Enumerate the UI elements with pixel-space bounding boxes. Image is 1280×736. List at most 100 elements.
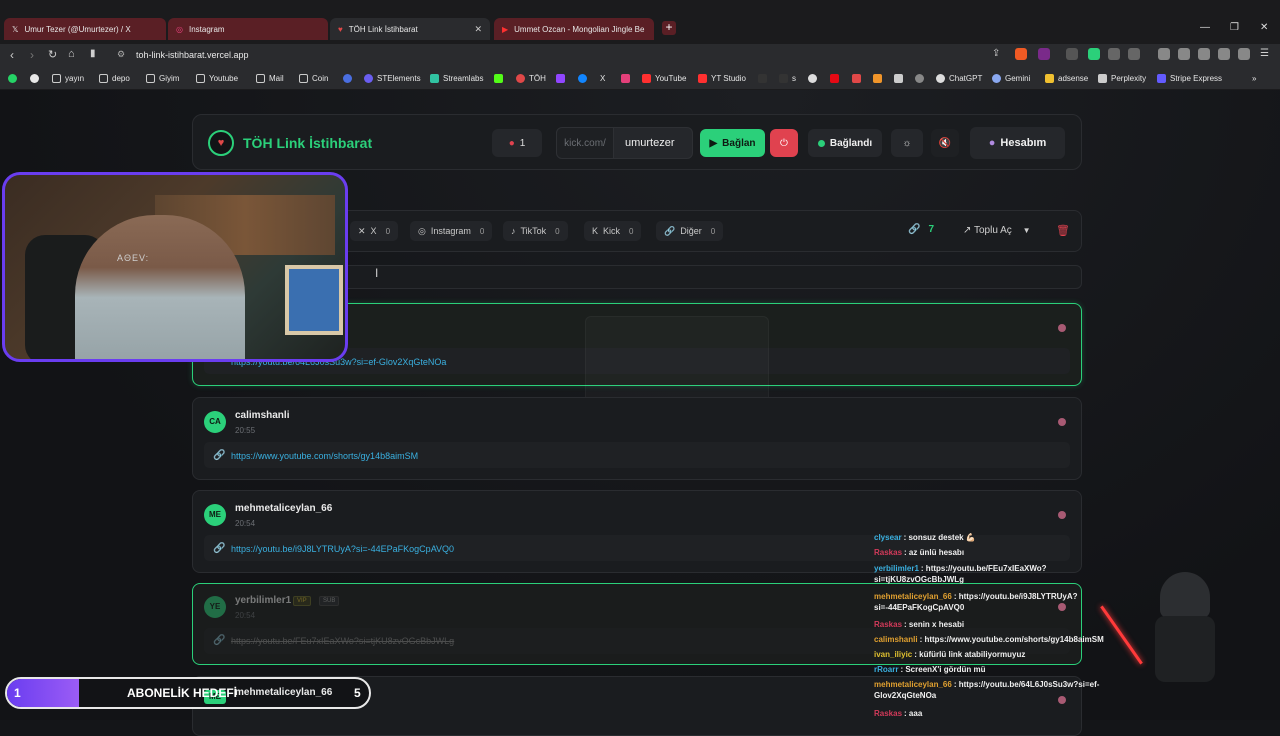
account-button[interactable]: ● Hesabım: [970, 127, 1065, 159]
caret-down-icon: ▼: [1022, 226, 1031, 235]
link-url[interactable]: https://www.youtube.com/shorts/gy14b8aim…: [231, 451, 418, 461]
home-icon[interactable]: ⌂: [68, 48, 75, 60]
tab-youtube[interactable]: ▶ Ummet Ozcan - Mongolian Jingle Be: [494, 18, 654, 40]
minimize-icon[interactable]: —: [1200, 22, 1210, 33]
bookmark-gemini[interactable]: Gemini: [992, 74, 1030, 83]
bookmark-misc[interactable]: [915, 74, 924, 83]
mute-button[interactable]: 🔇: [931, 129, 959, 157]
bookmark-tiktok[interactable]: [758, 74, 767, 83]
more-bookmarks-icon[interactable]: »: [1252, 74, 1256, 83]
media-icon[interactable]: [1158, 48, 1170, 60]
bookmark-twitch[interactable]: [556, 74, 565, 83]
filter-chip-instagram[interactable]: ◎ Instagram 0: [410, 221, 493, 241]
brave-rewards-icon[interactable]: [1038, 48, 1050, 60]
extension-icon[interactable]: [1108, 48, 1120, 60]
link-icon: 🔗: [213, 450, 226, 461]
link-username: mehmetaliceylan_66: [235, 503, 333, 514]
close-icon[interactable]: ✕: [474, 24, 482, 35]
chat-message: mehmetaliceylan_66: https://youtu.be/64L…: [874, 680, 1100, 700]
bookmark-tiktok-s[interactable]: s: [779, 74, 796, 83]
instagram-icon: ◎: [418, 225, 426, 236]
menu-icon[interactable]: ☰: [1260, 48, 1269, 59]
chat-username: mehmetaliceylan_66: [874, 592, 952, 601]
bookmark-bluesky[interactable]: [578, 74, 587, 83]
url-text[interactable]: toh-link-istihbarat.vercel.app: [136, 50, 249, 60]
bookmark-perplexity[interactable]: Perplexity: [1098, 74, 1146, 83]
link-icon: 🔗: [908, 224, 921, 235]
bookmark-r[interactable]: [343, 74, 352, 83]
link-url[interactable]: https://youtu.be/FEu7xIEaXWo?si=tjKU8zvO…: [231, 636, 454, 646]
clear-all-button[interactable]: 🗑: [1056, 224, 1070, 237]
share-icon[interactable]: ⇪: [992, 48, 1000, 59]
folder-icon: [99, 74, 108, 83]
vpn-icon[interactable]: [1238, 48, 1250, 60]
bookmark-folder-mail[interactable]: Mail: [256, 74, 284, 83]
link-url[interactable]: https://youtu.be/i9J8LYTRUyA?si=-44EPaFK…: [231, 544, 454, 554]
link-time: 20:55: [235, 426, 256, 435]
bookmark-toh[interactable]: TÖH: [516, 74, 546, 83]
reload-icon[interactable]: ↻: [48, 48, 57, 61]
filter-chip-other[interactable]: 🔗 Diğer 0: [656, 221, 724, 241]
extension-icon[interactable]: [1066, 48, 1078, 60]
bookmark-red[interactable]: [852, 74, 861, 83]
bookmark-adsense[interactable]: adsense: [1045, 74, 1088, 83]
delete-link-button[interactable]: [1058, 418, 1066, 426]
bookmark-folder-coin[interactable]: Coin: [299, 74, 328, 83]
bookmark-youtube[interactable]: YouTube: [642, 74, 686, 83]
channel-count-badge[interactable]: ● 1: [492, 129, 542, 157]
brave-shield-icon[interactable]: [1015, 48, 1027, 60]
tab-title: Ummet Ozcan - Mongolian Jingle Be: [514, 24, 645, 34]
whatsapp-icon[interactable]: [8, 74, 17, 83]
bookmark-folder-youtube[interactable]: Youtube: [196, 74, 238, 83]
bookmark-folder-giyim[interactable]: Giyim: [146, 74, 179, 83]
delete-link-button[interactable]: [1058, 324, 1066, 332]
total-links-counter: 🔗 7: [908, 224, 935, 235]
bookmark-instagram[interactable]: [621, 74, 630, 83]
bookmark-icon[interactable]: ▮: [90, 48, 96, 59]
extension-icon[interactable]: [1088, 48, 1100, 60]
google-icon[interactable]: [30, 74, 39, 83]
bookmark-stelements[interactable]: STElements: [364, 74, 421, 83]
bookmark-x[interactable]: X: [600, 74, 605, 83]
filter-chip-tiktok[interactable]: ♪ TikTok 0: [503, 221, 568, 241]
chat-username: Raskas: [874, 548, 903, 557]
x-icon: ✕: [358, 225, 366, 236]
close-window-icon[interactable]: ✕: [1260, 22, 1268, 33]
new-tab-button[interactable]: +: [662, 21, 676, 35]
delete-link-button[interactable]: [1058, 511, 1066, 519]
tab-instagram[interactable]: ◎ Instagram: [168, 18, 328, 40]
ai-icon[interactable]: [1218, 48, 1230, 60]
bookmark-github[interactable]: [808, 74, 817, 83]
trash-icon: 🗑: [1056, 225, 1070, 237]
chat-username: rRoarr: [874, 665, 899, 674]
bulk-open-button[interactable]: ↗ Toplu Aç ▼: [963, 225, 1031, 236]
bookmark-kick[interactable]: [494, 74, 503, 83]
wallet-icon[interactable]: [1198, 48, 1210, 60]
bookmark-folder-yayin[interactable]: yayın: [52, 74, 84, 83]
bookmark-chatgpt[interactable]: ChatGPT: [936, 74, 982, 83]
tab-x[interactable]: 𝕏 Umur Tezer (@Umurtezer) / X: [4, 18, 166, 40]
bookmark-yt-studio[interactable]: YT Studio: [698, 74, 746, 83]
bookmark-streamlabs[interactable]: Streamlabs: [430, 74, 483, 83]
sidebar-icon[interactable]: [1178, 48, 1190, 60]
tab-toh-link[interactable]: ♥ TÖH Link İstihbarat ✕: [330, 18, 490, 40]
filter-chip-x[interactable]: ✕ X 0: [350, 221, 399, 241]
bookmark-folder-depo[interactable]: depo: [99, 74, 130, 83]
filter-chip-kick[interactable]: K Kick 0: [584, 221, 642, 241]
back-icon[interactable]: ‹: [10, 48, 14, 62]
site-info-icon[interactable]: ⚙: [117, 49, 125, 60]
vip-badge: VIP: [293, 596, 311, 606]
bookmark-netflix[interactable]: [830, 74, 839, 83]
folder-icon: [299, 74, 308, 83]
connect-button[interactable]: ▶ Bağlan: [700, 129, 765, 157]
kick-username-input[interactable]: [613, 127, 693, 159]
disconnect-button[interactable]: ⏻: [770, 129, 798, 157]
youtube-icon: ▶: [502, 24, 509, 34]
extension-icon[interactable]: [1128, 48, 1140, 60]
forward-icon[interactable]: ›: [30, 48, 34, 62]
bookmark-b[interactable]: [894, 74, 903, 83]
bookmark-orange[interactable]: [873, 74, 882, 83]
maximize-icon[interactable]: ❐: [1230, 22, 1239, 33]
theme-toggle-button[interactable]: ☼: [891, 129, 923, 157]
bookmark-stripe[interactable]: Stripe Express: [1157, 74, 1222, 83]
